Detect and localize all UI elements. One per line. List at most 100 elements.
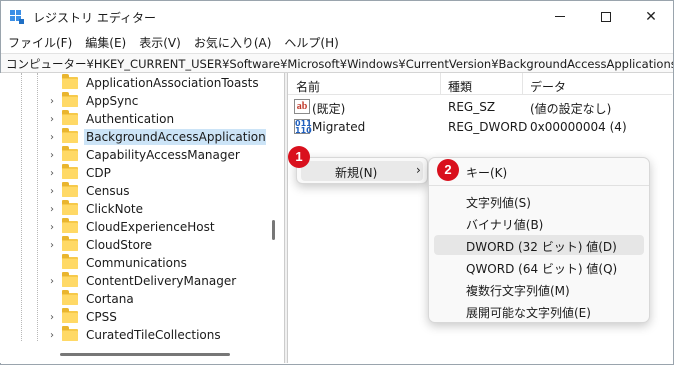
tree-item[interactable]: › ContentDeliveryManager xyxy=(46,272,238,290)
tree-item[interactable]: › CDP xyxy=(46,164,113,182)
tree-guide-line xyxy=(21,73,22,341)
folder-icon xyxy=(62,326,78,341)
value-data: 0x00000004 (4) xyxy=(530,120,627,134)
menu-favorites[interactable]: お気に入り(A) xyxy=(187,32,278,52)
context-menu-new[interactable]: 新規(N) › xyxy=(301,161,423,181)
step-badge-2: 2 xyxy=(437,159,459,181)
tree-item-label: Cortana xyxy=(86,292,134,306)
chevron-right-icon[interactable]: › xyxy=(46,150,58,161)
tree-item-label: Census xyxy=(86,184,130,198)
menu-file[interactable]: ファイル(F) xyxy=(1,32,78,52)
new-submenu: キー(K) 文字列値(S) バイナリ値(B) DWORD (32 ビット) 値(D)… xyxy=(428,157,650,323)
folder-icon xyxy=(62,182,78,197)
chevron-right-icon[interactable]: › xyxy=(46,168,58,179)
address-bar[interactable]: コンピューター¥HKEY_CURRENT_USER¥Software¥Micro… xyxy=(1,53,673,73)
tree-item-label: CapabilityAccessManager xyxy=(86,148,240,162)
submenu-item-label: 展開可能な文字列値(E) xyxy=(466,306,591,320)
submenu-key[interactable]: キー(K) xyxy=(434,161,644,181)
folder-icon xyxy=(62,236,78,251)
chevron-right-icon[interactable]: › xyxy=(46,312,58,323)
tree-item[interactable]: Cortana xyxy=(46,290,136,308)
list-header: 名前 種類 データ xyxy=(288,73,672,95)
chevron-right-icon: › xyxy=(416,163,421,177)
tree-item[interactable]: › CuratedTileCollections xyxy=(46,326,223,344)
folder-icon xyxy=(62,254,78,269)
tree-item[interactable]: › ClickNote xyxy=(46,200,145,218)
menu-help[interactable]: ヘルプ(H) xyxy=(277,32,344,52)
maximize-icon xyxy=(601,11,611,22)
chevron-right-icon[interactable]: › xyxy=(46,276,58,287)
tree-item[interactable]: › CloudExperienceHost xyxy=(46,218,217,236)
tree-item[interactable]: › CloudStore xyxy=(46,236,154,254)
value-row[interactable]: ab (既定) REG_SZ (値の設定なし) xyxy=(288,97,672,117)
folder-icon xyxy=(62,164,78,179)
submenu-item[interactable]: バイナリ値(B) xyxy=(434,213,644,233)
tree-vertical-scroll-thumb[interactable] xyxy=(272,220,275,240)
tree-item-label: AppSync xyxy=(86,94,139,108)
menu-view[interactable]: 表示(V) xyxy=(132,32,187,52)
folder-icon xyxy=(62,200,78,215)
submenu-item[interactable]: QWORD (64 ビット) 値(Q) xyxy=(434,257,644,277)
value-name: Migrated xyxy=(312,120,366,134)
title-bar: レジストリ エディター ✕ xyxy=(1,1,673,32)
column-header-type[interactable]: 種類 xyxy=(448,78,472,95)
folder-icon xyxy=(62,272,78,287)
tree-item[interactable]: › CPSS xyxy=(46,308,119,326)
submenu-item[interactable]: 文字列値(S) xyxy=(434,191,644,211)
minimize-icon xyxy=(555,16,565,17)
folder-icon xyxy=(62,218,78,233)
submenu-item-label: 文字列値(S) xyxy=(466,196,531,210)
step-badge-1: 1 xyxy=(288,146,310,168)
submenu-key-label: キー(K) xyxy=(466,166,508,180)
tree-item-label: CloudExperienceHost xyxy=(86,220,215,234)
context-menu-new-label: 新規(N) xyxy=(335,166,378,180)
tree-item-label: Communications xyxy=(86,256,187,270)
chevron-right-icon[interactable]: › xyxy=(46,330,58,341)
tree-item[interactable]: › BackgroundAccessApplications xyxy=(46,128,274,146)
chevron-right-icon[interactable]: › xyxy=(46,240,58,251)
tree-item[interactable]: Communications xyxy=(46,254,189,272)
folder-icon xyxy=(62,308,78,323)
folder-icon xyxy=(62,146,78,161)
submenu-item[interactable]: 展開可能な文字列値(E) xyxy=(434,301,644,321)
folder-icon xyxy=(62,128,78,143)
value-data: (値の設定なし) xyxy=(530,102,612,116)
menu-edit[interactable]: 編集(E) xyxy=(78,32,132,52)
close-icon: ✕ xyxy=(645,8,657,25)
minimize-button[interactable] xyxy=(537,1,583,32)
tree-item-label: ClickNote xyxy=(86,202,143,216)
tree-vertical-scrollbar[interactable] xyxy=(266,73,283,345)
chevron-right-icon[interactable]: › xyxy=(46,132,58,143)
chevron-right-icon[interactable]: › xyxy=(46,222,58,233)
tree-guide-line xyxy=(37,73,38,341)
chevron-right-icon[interactable]: › xyxy=(46,186,58,197)
tree-item-label: Authentication xyxy=(86,112,175,126)
chevron-right-icon[interactable]: › xyxy=(46,96,58,107)
column-separator[interactable] xyxy=(522,73,523,95)
close-button[interactable]: ✕ xyxy=(628,1,674,32)
chevron-right-icon[interactable]: › xyxy=(46,204,58,215)
submenu-item[interactable]: 複数行文字列値(M) xyxy=(434,279,644,299)
submenu-item-label: QWORD (64 ビット) 値(Q) xyxy=(466,262,618,276)
maximize-button[interactable] xyxy=(583,1,629,32)
column-header-name[interactable]: 名前 xyxy=(296,78,320,95)
value-type: REG_DWORD xyxy=(448,120,528,134)
tree-item[interactable]: › Census xyxy=(46,182,131,200)
tree-item-label: BackgroundAccessApplications xyxy=(84,129,274,145)
key-tree-pane: ApplicationAssociationToasts › AppSync › Aut… xyxy=(0,73,283,363)
submenu-item[interactable]: DWORD (32 ビット) 値(D) xyxy=(434,235,644,255)
tree-item[interactable]: › CapabilityAccessManager xyxy=(46,146,242,164)
tree-item[interactable]: ApplicationAssociationToasts xyxy=(46,74,261,92)
tree-item-label: CloudStore xyxy=(86,238,152,252)
column-separator[interactable] xyxy=(440,73,441,95)
folder-icon xyxy=(62,110,78,125)
tree-item-label: CPSS xyxy=(86,310,117,324)
tree-item[interactable]: › AppSync xyxy=(46,92,140,110)
column-header-data[interactable]: データ xyxy=(530,78,566,95)
value-name: (既定) xyxy=(312,102,346,116)
chevron-right-icon[interactable]: › xyxy=(46,114,58,125)
value-row[interactable]: 011 110 Migrated REG_DWORD 0x00000004 (4) xyxy=(288,117,672,137)
submenu-item-label: バイナリ値(B) xyxy=(466,218,544,232)
tree-horizontal-scroll-thumb[interactable] xyxy=(60,353,230,356)
tree-item[interactable]: › Authentication xyxy=(46,110,176,128)
